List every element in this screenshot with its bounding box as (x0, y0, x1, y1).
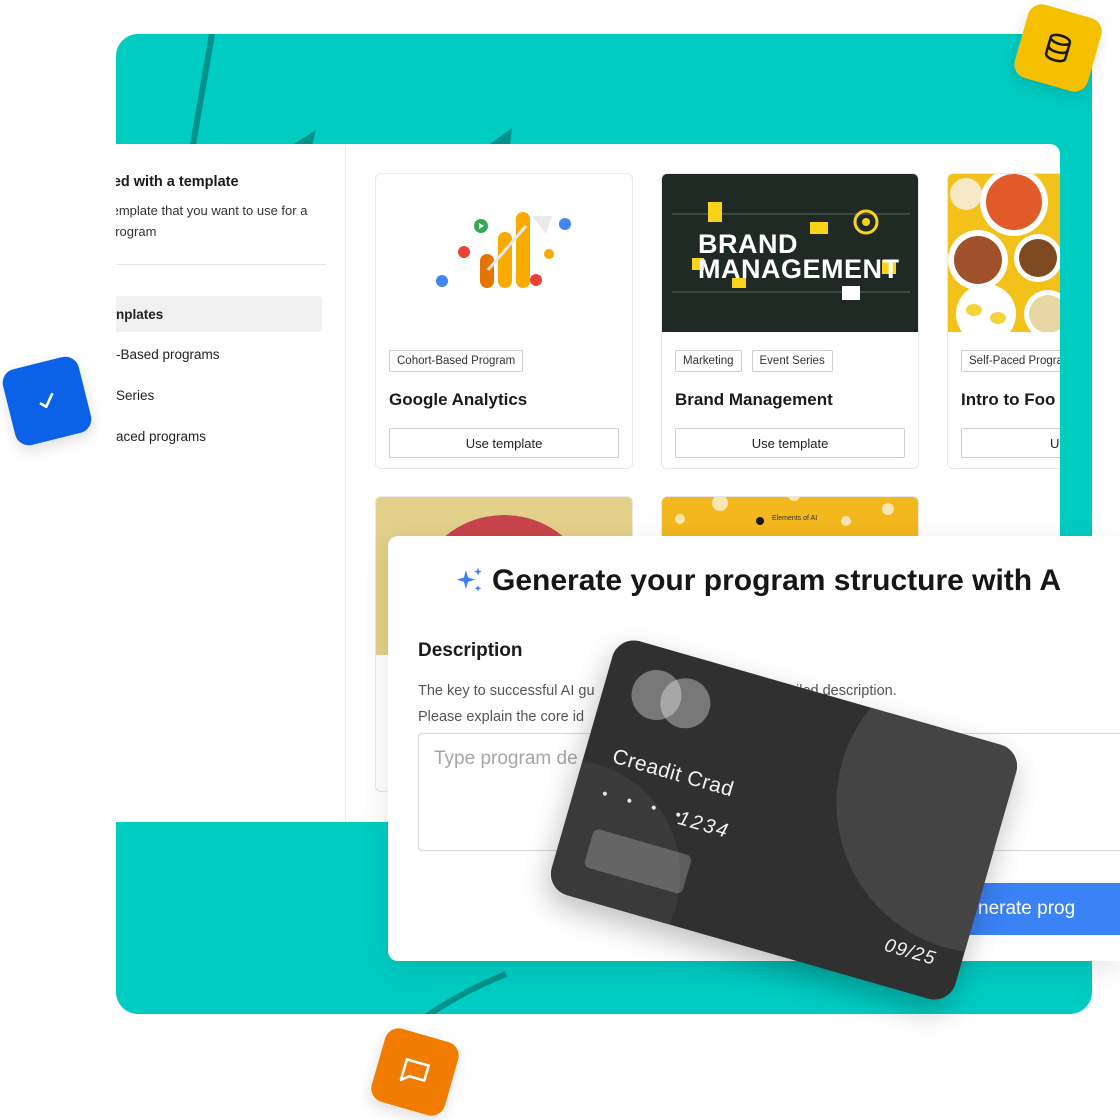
ai-thumb-text: Elements of AI (772, 515, 818, 522)
card-title: Brand Management (675, 390, 833, 409)
sidebar-description: template that you want to use for a prog… (116, 203, 308, 239)
template-card-google-analytics[interactable]: Cohort-Based Program Google Analytics Us… (375, 173, 633, 469)
analytics-illustration (436, 212, 571, 288)
sparkles-icon (456, 567, 482, 592)
food-illustration (948, 174, 1060, 332)
brand-thumb-line: MANAGEMENT (698, 254, 900, 284)
modal-title: Generate your program structure with A (454, 564, 1061, 598)
card-title: Intro to Foo (961, 390, 1056, 409)
card-title: Google Analytics (389, 390, 528, 409)
card-tags: Self-Paced Progra (961, 350, 1060, 372)
sidebar-item-label: nplates (116, 306, 164, 322)
sidebar-divider (116, 264, 326, 265)
database-icon (1044, 33, 1072, 63)
tag: Event Series (751, 350, 833, 372)
tag: Cohort-Based Program (389, 350, 524, 372)
card-thumbnail (948, 174, 1060, 332)
sidebar-item-label: Series (116, 387, 155, 403)
sidebar-item-all-templates[interactable]: nplates (116, 296, 322, 332)
sidebar-item-event-series[interactable]: Series (116, 377, 322, 413)
description-help-line1: The key to successful AI gu (418, 683, 595, 699)
template-sidebar: ted with a template template that you wa… (116, 144, 346, 822)
check-icon (39, 392, 54, 409)
use-template-button[interactable]: Use (961, 428, 1060, 458)
sidebar-item-label: aced programs (116, 428, 207, 444)
brand-thumb-text: BRAND MANAGEMENT (698, 231, 900, 284)
sidebar-item-label: -Based programs (116, 346, 220, 362)
modal-title-text: Generate your program structure with A (492, 564, 1062, 597)
check-badge (0, 353, 95, 449)
card-tags: Marketing Event Series (675, 350, 833, 372)
use-template-button[interactable]: Use template (389, 428, 619, 458)
chat-badge (367, 1024, 463, 1120)
sidebar-title: ted with a template (116, 174, 239, 190)
sidebar-item-self-paced[interactable]: aced programs (116, 418, 322, 454)
card-thumbnail: BRAND MANAGEMENT (662, 174, 918, 332)
template-card-brand-management[interactable]: BRAND MANAGEMENT Marketing Event Series … (661, 173, 919, 469)
card-last-digits: 1234 (675, 807, 733, 843)
tag: Marketing (675, 350, 742, 372)
use-template-button[interactable]: Use template (675, 428, 905, 458)
card-thumbnail (376, 174, 632, 332)
chat-bubble-icon (399, 1058, 430, 1082)
sidebar-item-cohort-based[interactable]: -Based programs (116, 336, 322, 372)
card-tags: Cohort-Based Program (389, 350, 524, 372)
tag: Self-Paced Progra (961, 350, 1060, 372)
description-label: Description (418, 640, 523, 661)
template-card-intro-to-food[interactable]: Self-Paced Progra Intro to Foo Use (947, 173, 1060, 469)
